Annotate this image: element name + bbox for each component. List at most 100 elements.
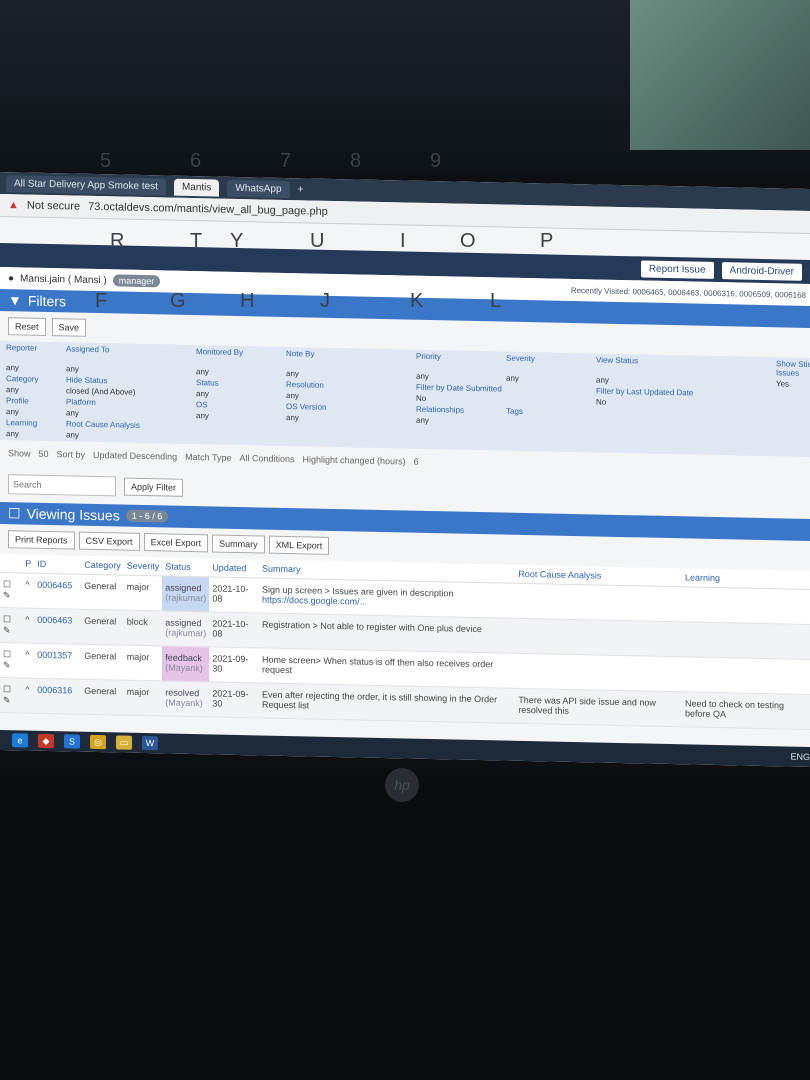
filter-cell[interactable] <box>506 385 596 396</box>
issue-id[interactable]: 0001357 <box>34 643 76 680</box>
column-header[interactable]: ID <box>34 554 76 575</box>
report-issue-button[interactable]: Report Issue <box>640 259 714 279</box>
reset-button[interactable]: Reset <box>8 317 46 336</box>
row-checkbox[interactable]: ☐ ✎ <box>0 642 23 678</box>
row-checkbox[interactable]: ☐ ✎ <box>0 572 23 608</box>
filter-cell[interactable]: any <box>66 364 196 376</box>
filter-cell[interactable]: any <box>6 407 66 417</box>
recently-visited[interactable]: Recently Visited: 0006465, 0006463, 0006… <box>571 285 810 299</box>
filter-cell[interactable]: OS Version <box>286 402 416 414</box>
filter-cell[interactable]: any <box>66 408 196 420</box>
search-input[interactable] <box>8 474 116 497</box>
filter-cell[interactable]: Learning <box>6 418 66 428</box>
filter-cell[interactable] <box>776 401 810 411</box>
filter-cell[interactable]: any <box>416 372 506 383</box>
filter-cell[interactable]: any <box>196 389 286 400</box>
column-header[interactable]: Category <box>81 555 124 576</box>
filter-cell[interactable] <box>196 433 286 444</box>
filter-cell[interactable]: any <box>196 411 286 422</box>
filter-cell[interactable] <box>286 435 416 447</box>
status-owner[interactable]: (Mayank) <box>165 662 206 673</box>
issue-id[interactable]: 0006465 <box>34 573 76 610</box>
filter-cell[interactable] <box>506 440 596 451</box>
filter-cell[interactable] <box>776 445 810 455</box>
status-owner[interactable]: (Mayank) <box>165 697 206 708</box>
filter-cell[interactable]: Hide Status <box>66 375 196 387</box>
filter-cell[interactable]: any <box>286 369 416 381</box>
status-owner[interactable]: (rajkumar) <box>165 592 206 603</box>
edge-icon[interactable]: e <box>12 733 28 748</box>
highlight-value[interactable]: 6 <box>414 457 419 467</box>
filter-cell[interactable]: Status <box>196 378 286 389</box>
filter-cell[interactable]: Note By <box>286 349 416 370</box>
show-value[interactable]: 50 <box>39 449 49 459</box>
column-header[interactable]: Status <box>162 557 210 577</box>
filter-cell[interactable] <box>416 438 506 449</box>
export-button[interactable]: Summary <box>212 534 265 554</box>
url-text[interactable]: 73.octaldevs.com/mantis/view_all_bug_pag… <box>88 201 328 218</box>
column-header[interactable]: Updated <box>209 558 260 578</box>
export-button[interactable]: XML Export <box>268 535 330 555</box>
filter-cell[interactable]: View Status <box>596 355 776 377</box>
row-checkbox[interactable]: ☐ ✎ <box>0 607 23 643</box>
filter-cell[interactable]: Category <box>6 374 66 384</box>
new-tab-icon[interactable]: + <box>298 184 304 195</box>
column-header[interactable]: Severity <box>123 556 163 576</box>
filter-cell[interactable]: Root Cause Analysis <box>66 419 196 431</box>
browser-tab-whatsapp[interactable]: WhatsApp <box>227 179 290 198</box>
filter-cell[interactable]: Monitored By <box>196 347 286 367</box>
browser-tab-mantis[interactable]: Mantis <box>173 178 220 197</box>
filter-cell[interactable]: Platform <box>66 397 196 409</box>
browser-tab-smoke-test[interactable]: All Star Delivery App Smoke test <box>6 174 166 195</box>
filter-cell[interactable] <box>776 390 810 400</box>
save-button[interactable]: Save <box>51 318 87 337</box>
filter-cell[interactable] <box>196 422 286 433</box>
filter-cell[interactable]: Filter by Date Submitted <box>416 383 506 394</box>
filter-cell[interactable]: closed (And Above) <box>66 386 196 398</box>
filter-cell[interactable]: any <box>6 429 66 439</box>
filter-cell[interactable]: No <box>416 394 506 405</box>
export-button[interactable]: Print Reports <box>8 530 75 550</box>
filter-cell[interactable]: Yes <box>776 379 810 389</box>
filter-cell[interactable]: any <box>196 367 286 378</box>
filter-cell[interactable] <box>776 423 810 433</box>
filter-cell[interactable]: any <box>286 391 416 403</box>
issue-id[interactable]: 0006316 <box>34 678 76 715</box>
filter-cell[interactable]: Profile <box>6 396 66 406</box>
filter-cell[interactable]: any <box>286 413 416 425</box>
filter-cell[interactable] <box>506 418 596 429</box>
issue-id[interactable]: 0006463 <box>34 608 76 645</box>
column-header[interactable]: P <box>22 554 35 574</box>
word-icon[interactable]: W <box>142 735 158 751</box>
status-owner[interactable]: (rajkumar) <box>165 627 206 638</box>
filter-cell[interactable]: any <box>6 363 66 373</box>
folder-icon[interactable]: ▭ <box>116 735 132 750</box>
filter-cell[interactable]: Assigned To <box>66 344 196 365</box>
filter-cell[interactable]: OS <box>196 400 286 411</box>
filter-cell[interactable]: any <box>416 416 506 427</box>
filter-cell[interactable] <box>506 396 596 407</box>
language-indicator[interactable]: ENG <box>790 752 810 762</box>
filter-cell[interactable]: Resolution <box>286 380 416 392</box>
export-button[interactable]: CSV Export <box>78 531 140 551</box>
filter-cell[interactable] <box>776 434 810 444</box>
filter-cell[interactable]: any <box>6 385 66 395</box>
skype-icon[interactable]: S <box>64 734 80 749</box>
sort-value[interactable]: Updated Descending <box>93 450 177 462</box>
app-icon[interactable]: ◆ <box>38 733 54 749</box>
filter-cell[interactable]: Relationships <box>416 405 506 416</box>
filter-cell[interactable]: Reporter <box>6 343 66 362</box>
filter-cell[interactable]: Severity <box>506 354 596 374</box>
filter-cell[interactable]: any <box>506 374 596 385</box>
filter-cell[interactable] <box>506 429 596 440</box>
filter-cell[interactable]: Tags <box>506 407 596 418</box>
filter-cell[interactable] <box>416 427 506 438</box>
project-select[interactable]: Android-Driver <box>721 261 802 281</box>
row-checkbox[interactable]: ☐ ✎ <box>0 677 23 713</box>
filter-cell[interactable]: Show Sticky Issues <box>776 359 810 378</box>
filter-cell[interactable]: Priority <box>416 352 506 372</box>
user-name[interactable]: Mansi.jain ( Mansi ) <box>20 273 107 286</box>
filter-cell[interactable] <box>776 412 810 422</box>
export-button[interactable]: Excel Export <box>143 533 209 553</box>
filter-cell[interactable]: any <box>66 430 196 442</box>
